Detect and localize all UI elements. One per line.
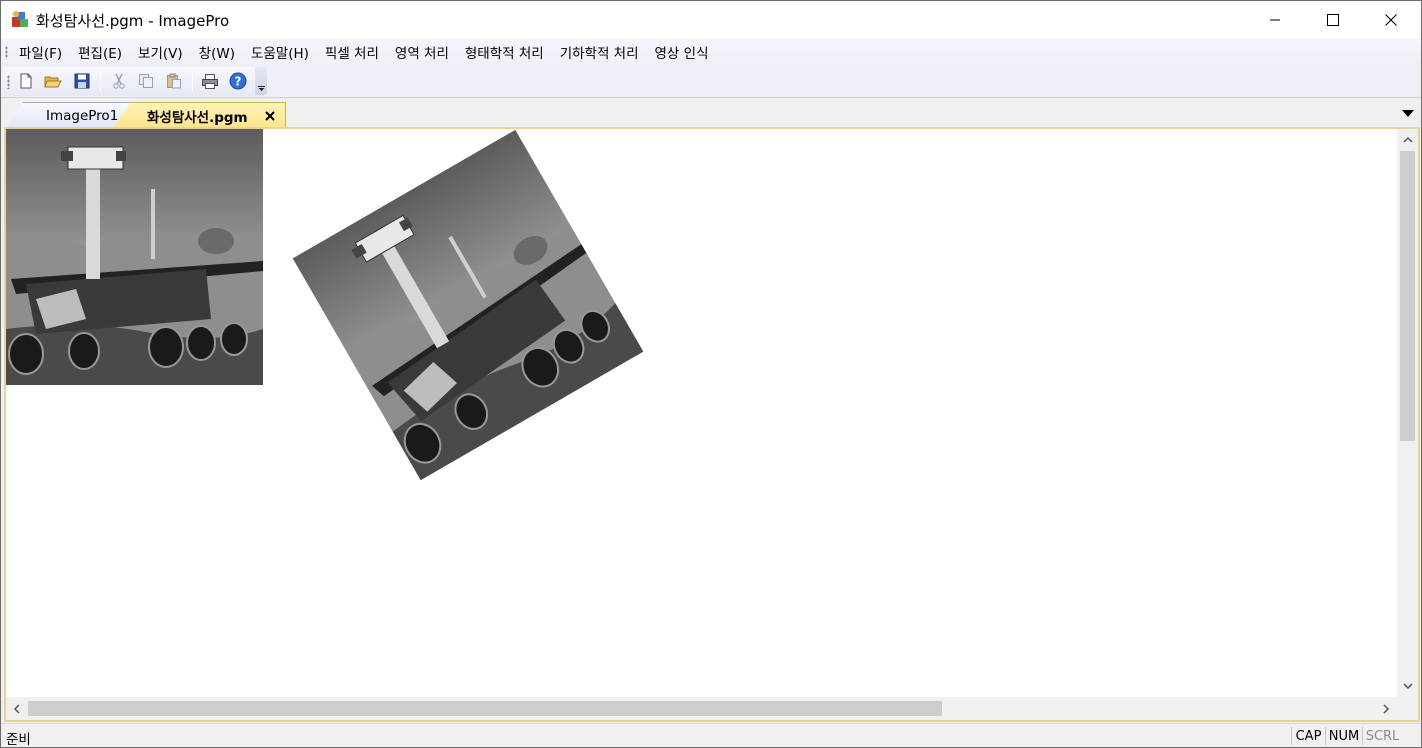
help-icon: ?: [229, 72, 247, 90]
print-icon: [202, 74, 218, 89]
scroll-lock-indicator: SCRL: [1362, 727, 1402, 745]
menu-area-processing[interactable]: 영역 처리: [395, 42, 449, 62]
window-title: 화성탐사선.pgm - ImagePro: [36, 12, 230, 30]
num-lock-indicator: NUM: [1325, 727, 1362, 745]
status-bar: 준비 CAP NUM SCRL: [1, 723, 1421, 748]
image-canvas[interactable]: [6, 129, 1397, 697]
toolbar-grip[interactable]: [7, 75, 10, 89]
help-button[interactable]: ?: [228, 71, 248, 91]
new-file-button[interactable]: [16, 71, 36, 91]
save-button[interactable]: [72, 71, 92, 91]
caps-lock-indicator: CAP: [1291, 727, 1325, 745]
copy-button[interactable]: [136, 71, 156, 91]
scroll-right-button[interactable]: [1376, 698, 1397, 719]
minimize-button[interactable]: [1246, 1, 1304, 38]
cut-icon: [113, 73, 125, 89]
standard-toolbar: ?: [3, 67, 267, 96]
toolbar-separator-2: [192, 73, 193, 91]
rotated-image: [292, 129, 644, 481]
maximize-icon: [1327, 13, 1339, 26]
document-tab-bar: ImagePro1 화성탐사선.pgm: [1, 97, 1421, 128]
original-image: [6, 129, 263, 385]
new-file-icon: [20, 73, 32, 89]
tab-imagepro1-label: ImagePro1: [46, 107, 119, 124]
chevron-down-icon: [1402, 683, 1413, 690]
toolbar-overflow-button[interactable]: [255, 67, 267, 95]
scrollbar-corner: [1397, 697, 1418, 720]
horizontal-scroll-thumb[interactable]: [28, 701, 942, 716]
title-bar[interactable]: 화성탐사선.pgm - ImagePro: [1, 1, 1421, 38]
copy-icon: [139, 74, 153, 88]
dropdown-triangle-icon: [1402, 110, 1414, 117]
menu-edit[interactable]: 편집(E): [78, 42, 122, 62]
menu-pixel-processing[interactable]: 픽셀 처리: [325, 42, 379, 62]
menu-view[interactable]: 보기(V): [138, 42, 183, 62]
menu-grip[interactable]: [5, 46, 8, 59]
menu-morphology[interactable]: 형태학적 처리: [465, 42, 544, 62]
app-window: 화성탐사선.pgm - ImagePro 파일(F) 편집(E) 보기(V) 창…: [0, 0, 1422, 748]
minimize-icon: [1270, 19, 1280, 20]
maximize-button[interactable]: [1304, 1, 1362, 38]
chevron-left-icon: [13, 703, 20, 714]
scroll-down-button[interactable]: [1397, 676, 1418, 697]
print-button[interactable]: [200, 71, 220, 91]
toolbar: ?: [1, 66, 1421, 97]
open-button[interactable]: [43, 71, 63, 91]
status-message: 준비: [6, 732, 31, 748]
tab-close-button[interactable]: [263, 109, 277, 123]
menu-file[interactable]: 파일(F): [19, 42, 62, 62]
close-icon: [265, 111, 275, 121]
menu-geometric[interactable]: 기하학적 처리: [560, 42, 639, 62]
close-icon: [1385, 13, 1397, 26]
vertical-scrollbar[interactable]: [1397, 129, 1418, 697]
scroll-up-button[interactable]: [1397, 129, 1418, 150]
menu-bar: 파일(F) 편집(E) 보기(V) 창(W) 도움말(H) 픽셀 처리 영역 처…: [1, 38, 1421, 66]
cut-button[interactable]: [109, 71, 129, 91]
save-icon: [74, 73, 90, 89]
tab-mars-rover-label: 화성탐사선.pgm: [147, 109, 248, 126]
horizontal-scrollbar[interactable]: [6, 697, 1397, 720]
tab-list-dropdown[interactable]: [1401, 108, 1415, 118]
tab-mars-rover[interactable]: 화성탐사선.pgm: [113, 102, 286, 128]
menu-help[interactable]: 도움말(H): [251, 42, 309, 62]
app-icon: [12, 11, 28, 27]
paste-button[interactable]: [164, 71, 184, 91]
chevron-down-icon: [257, 86, 265, 91]
chevron-right-icon: [1383, 703, 1390, 714]
chevron-up-icon: [1402, 136, 1413, 143]
open-folder-icon: [44, 76, 62, 88]
close-button[interactable]: [1362, 1, 1420, 38]
menu-recognition[interactable]: 영상 인식: [655, 42, 709, 62]
scroll-left-button[interactable]: [6, 698, 27, 719]
toolbar-separator: [100, 73, 101, 91]
paste-icon: [167, 73, 181, 89]
vertical-scroll-thumb[interactable]: [1400, 151, 1415, 441]
svg-text:?: ?: [235, 75, 242, 89]
document-view: [4, 127, 1420, 722]
menu-window[interactable]: 창(W): [199, 42, 235, 62]
